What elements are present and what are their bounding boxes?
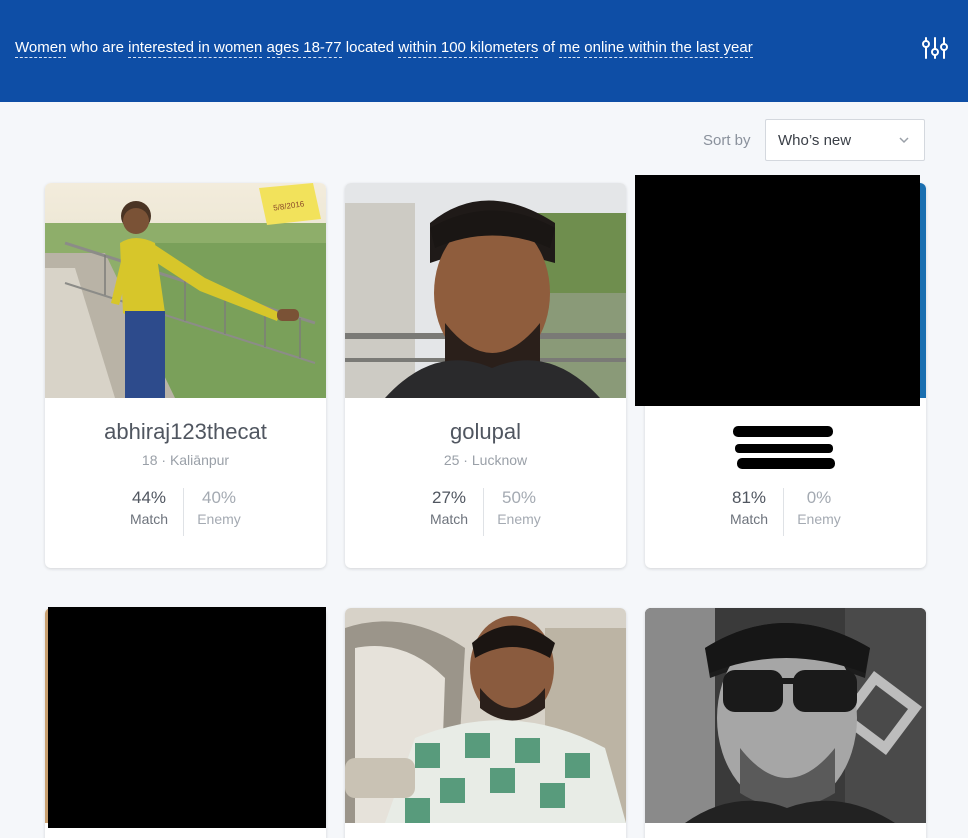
filter-online[interactable]: online within the last year [584,39,753,58]
profile-location: Kaliānpur [169,452,230,468]
separator-dot: · [157,452,170,468]
sliders-icon[interactable] [922,36,948,60]
sort-select[interactable]: Who’s new [765,119,925,161]
filter-gender[interactable]: Women [15,39,67,58]
profile-age: 25 [443,452,460,468]
filter-location[interactable]: me [559,39,581,58]
filter-text: of [538,39,560,56]
profile-card[interactable] [345,608,626,838]
profile-photo: 5/8/2016 [45,183,326,398]
enemy-label: Enemy [497,511,541,527]
match-stat: 44% Match [109,488,189,527]
sort-value: Who’s new [778,132,852,149]
enemy-percent: 40% [201,488,237,507]
filter-text: who are [66,39,129,56]
filter-distance[interactable]: within 100 kilometers [398,39,539,58]
profile-age: 18 [141,452,158,468]
profile-age-location: 18 · Kaliānpur [45,452,326,468]
profile-stats: 27% Match 50% Enemy [345,488,626,536]
enemy-stat: 50% Enemy [479,488,559,527]
enemy-label: Enemy [197,511,241,527]
match-percent: 27% [431,488,467,507]
profile-photo [345,608,626,823]
filter-ages[interactable]: ages 18-77 [266,39,342,58]
match-percent: 81% [731,488,767,507]
enemy-percent: 0% [806,488,832,507]
filter-interest[interactable]: interested in women [128,39,263,58]
enemy-label: Enemy [797,511,841,527]
filter-summary: Women who are interested in women ages 1… [15,39,753,58]
match-stat: 81% Match [709,488,789,527]
enemy-percent: 50% [501,488,537,507]
redaction-gap [733,438,833,442]
sort-label: Sort by [703,132,751,149]
match-stat: 27% Match [409,488,489,527]
redaction-block [635,175,920,406]
redacted-location [737,458,835,469]
profile-stats: 44% Match 40% Enemy [45,488,326,536]
profile-card[interactable]: 5/8/2016 abhiraj123thecat 18 · Kaliānpur… [45,183,326,568]
redacted-username [733,426,833,437]
filter-text: located [341,39,399,56]
match-label: Match [429,511,469,527]
filter-text [262,39,266,56]
enemy-stat: 40% Enemy [179,488,259,527]
profile-photo [645,608,926,823]
profile-stats: 81% Match 0% Enemy [645,488,926,536]
redacted-location [735,444,833,453]
profile-username[interactable]: abhiraj123thecat [45,419,326,445]
enemy-stat: 0% Enemy [779,488,859,527]
redaction-block [48,607,326,828]
profile-photo [345,183,626,398]
filter-header: Women who are interested in women ages 1… [0,0,968,102]
separator-dot: · [459,452,472,468]
profile-location: Lucknow [471,452,528,468]
chevron-down-icon [899,137,909,144]
profile-card[interactable] [645,608,926,838]
profile-username[interactable]: golupal [345,419,626,445]
profile-age-location: 25 · Lucknow [345,452,626,468]
match-label: Match [729,511,769,527]
match-label: Match [129,511,169,527]
profile-card[interactable]: golupal 25 · Lucknow 27% Match 50% Enemy [345,183,626,568]
match-percent: 44% [131,488,167,507]
